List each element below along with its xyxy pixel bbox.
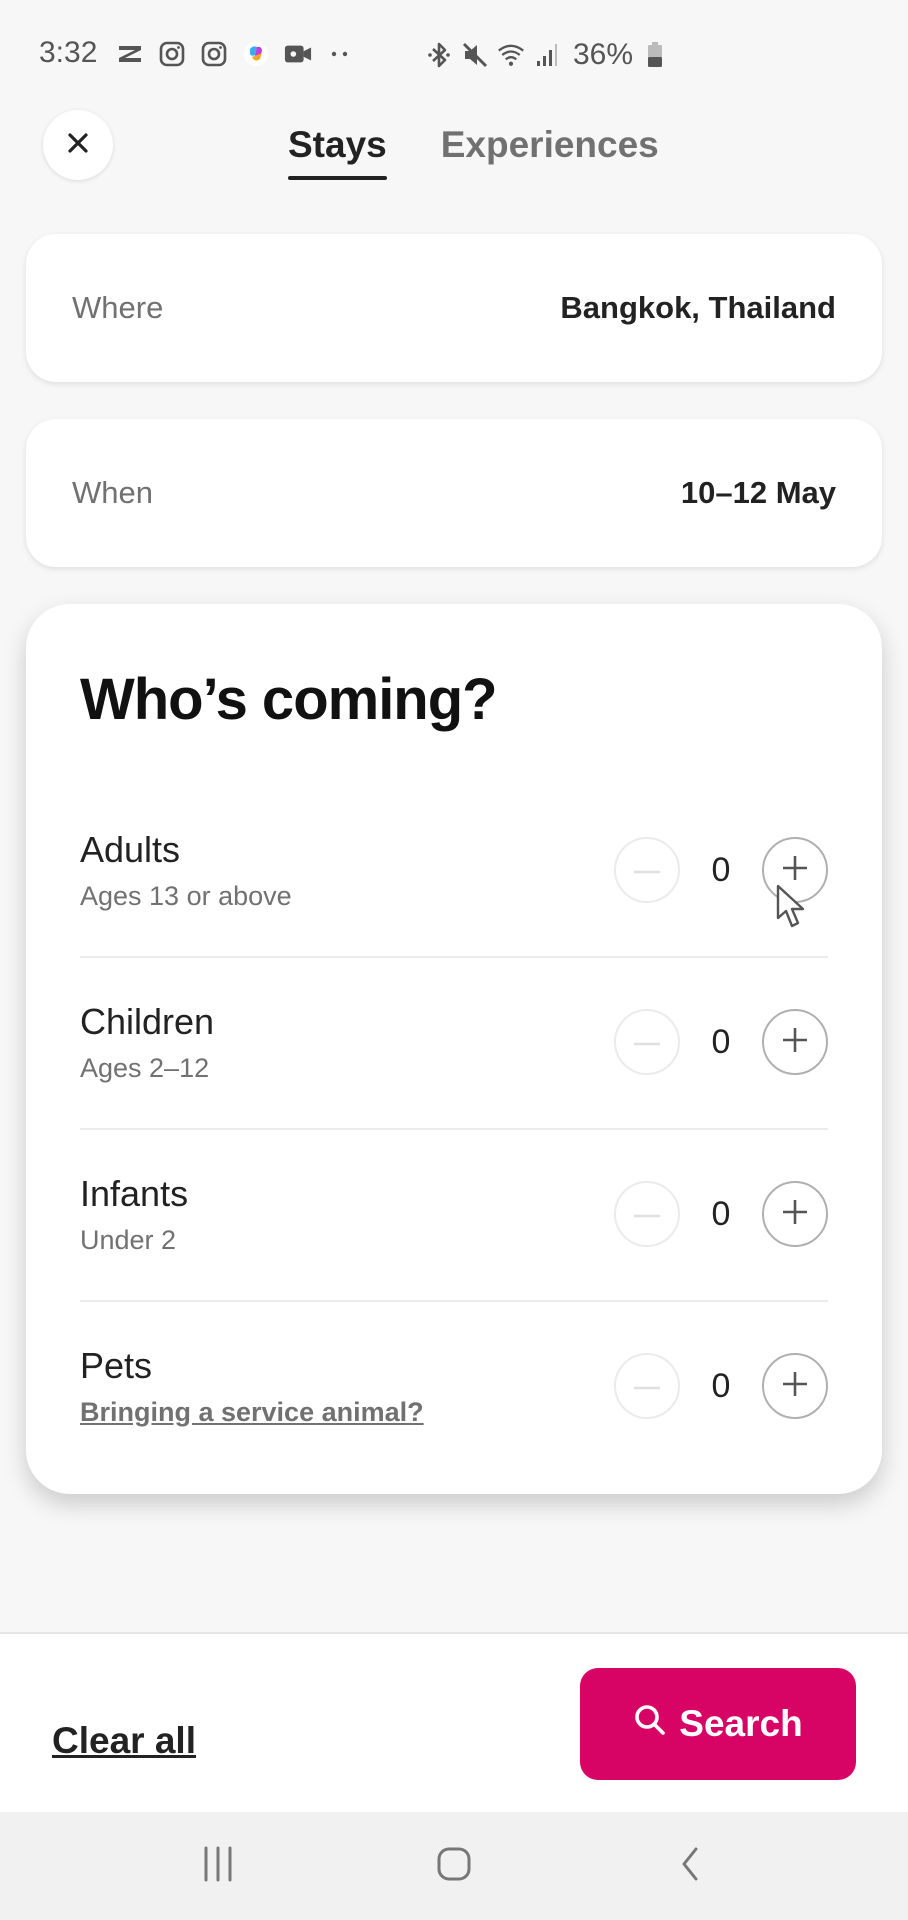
infants-increment-button[interactable] (762, 1181, 828, 1247)
guest-name: Adults (80, 828, 181, 870)
service-animal-link[interactable]: Bringing a service animal? (80, 1397, 424, 1428)
minus-icon (634, 1205, 660, 1223)
wifi-icon (497, 41, 525, 69)
capcut-icon (116, 40, 144, 68)
guest-row-pets: Pets Bringing a service animal? 0 (80, 1300, 828, 1472)
guests-card: Who’s coming? Adults Ages 13 or above 0 … (26, 604, 882, 1494)
plus-icon (782, 1027, 808, 1058)
guest-desc: Under 2 (80, 1224, 177, 1255)
recent-apps-icon (201, 1846, 235, 1887)
tab-bar: Stays Experiences (288, 124, 659, 180)
guest-desc: Ages 13 or above (80, 880, 292, 911)
pets-increment-button[interactable] (762, 1353, 828, 1419)
infants-decrement-button[interactable] (614, 1181, 680, 1247)
minus-icon (634, 1033, 660, 1051)
adults-stepper: 0 (614, 837, 828, 903)
system-icons: 36% (425, 38, 669, 72)
children-decrement-button[interactable] (614, 1009, 680, 1075)
signal-icon (533, 41, 561, 69)
footer-bar: Clear all Search (0, 1632, 908, 1814)
pets-count: 0 (711, 1366, 731, 1405)
plus-icon (782, 1371, 808, 1402)
adults-increment-button[interactable] (762, 837, 828, 903)
close-button[interactable] (43, 110, 113, 180)
battery-percent: 36% (573, 38, 634, 71)
battery-icon (641, 41, 669, 69)
video-camera-icon (284, 40, 312, 68)
back-button[interactable] (660, 1836, 720, 1896)
recent-apps-button[interactable] (188, 1836, 248, 1896)
when-label: When (72, 475, 153, 510)
pets-stepper: 0 (614, 1353, 828, 1419)
guest-row-children: Children Ages 2–12 0 (80, 956, 828, 1130)
guest-name: Infants (80, 1172, 189, 1214)
status-bar: 3:32 36% (0, 0, 908, 100)
status-time: 3:32 (39, 36, 98, 69)
guests-title: Who’s coming? (80, 667, 498, 732)
guest-desc: Ages 2–12 (80, 1052, 210, 1083)
where-label: Where (72, 290, 164, 325)
guest-row-adults: Adults Ages 13 or above 0 (80, 784, 828, 958)
search-button[interactable]: Search (580, 1668, 856, 1780)
infants-stepper: 0 (614, 1181, 828, 1247)
minus-icon (634, 861, 660, 879)
plus-icon (782, 1199, 808, 1230)
adults-count: 0 (711, 850, 731, 889)
clear-all-button[interactable]: Clear all (52, 1720, 196, 1762)
instagram-icon (158, 40, 186, 68)
back-icon (678, 1846, 702, 1887)
mute-icon (461, 41, 489, 69)
tab-stays[interactable]: Stays (288, 124, 387, 180)
minus-icon (634, 1377, 660, 1395)
where-value: Bangkok, Thailand (560, 290, 836, 325)
where-field[interactable]: Where Bangkok, Thailand (26, 234, 882, 382)
home-button[interactable] (424, 1836, 484, 1896)
guest-row-infants: Infants Under 2 0 (80, 1128, 828, 1302)
search-icon (633, 1703, 667, 1746)
guest-name: Children (80, 1000, 215, 1042)
tab-experiences[interactable]: Experiences (441, 124, 659, 174)
system-nav-bar (0, 1812, 908, 1920)
instagram-icon (200, 40, 228, 68)
guest-name: Pets (80, 1344, 153, 1386)
when-field[interactable]: When 10–12 May (26, 419, 882, 567)
plus-icon (782, 855, 808, 886)
adults-decrement-button[interactable] (614, 837, 680, 903)
children-increment-button[interactable] (762, 1009, 828, 1075)
bluetooth-icon (425, 41, 453, 69)
children-count: 0 (711, 1022, 731, 1061)
search-label: Search (679, 1703, 803, 1744)
home-icon (436, 1846, 472, 1887)
pets-decrement-button[interactable] (614, 1353, 680, 1419)
infants-count: 0 (711, 1194, 731, 1233)
children-stepper: 0 (614, 1009, 828, 1075)
copilot-icon (242, 40, 270, 68)
more-dots-icon (326, 40, 354, 68)
close-icon (67, 132, 89, 159)
notification-icons (116, 40, 354, 68)
when-value: 10–12 May (680, 475, 836, 510)
